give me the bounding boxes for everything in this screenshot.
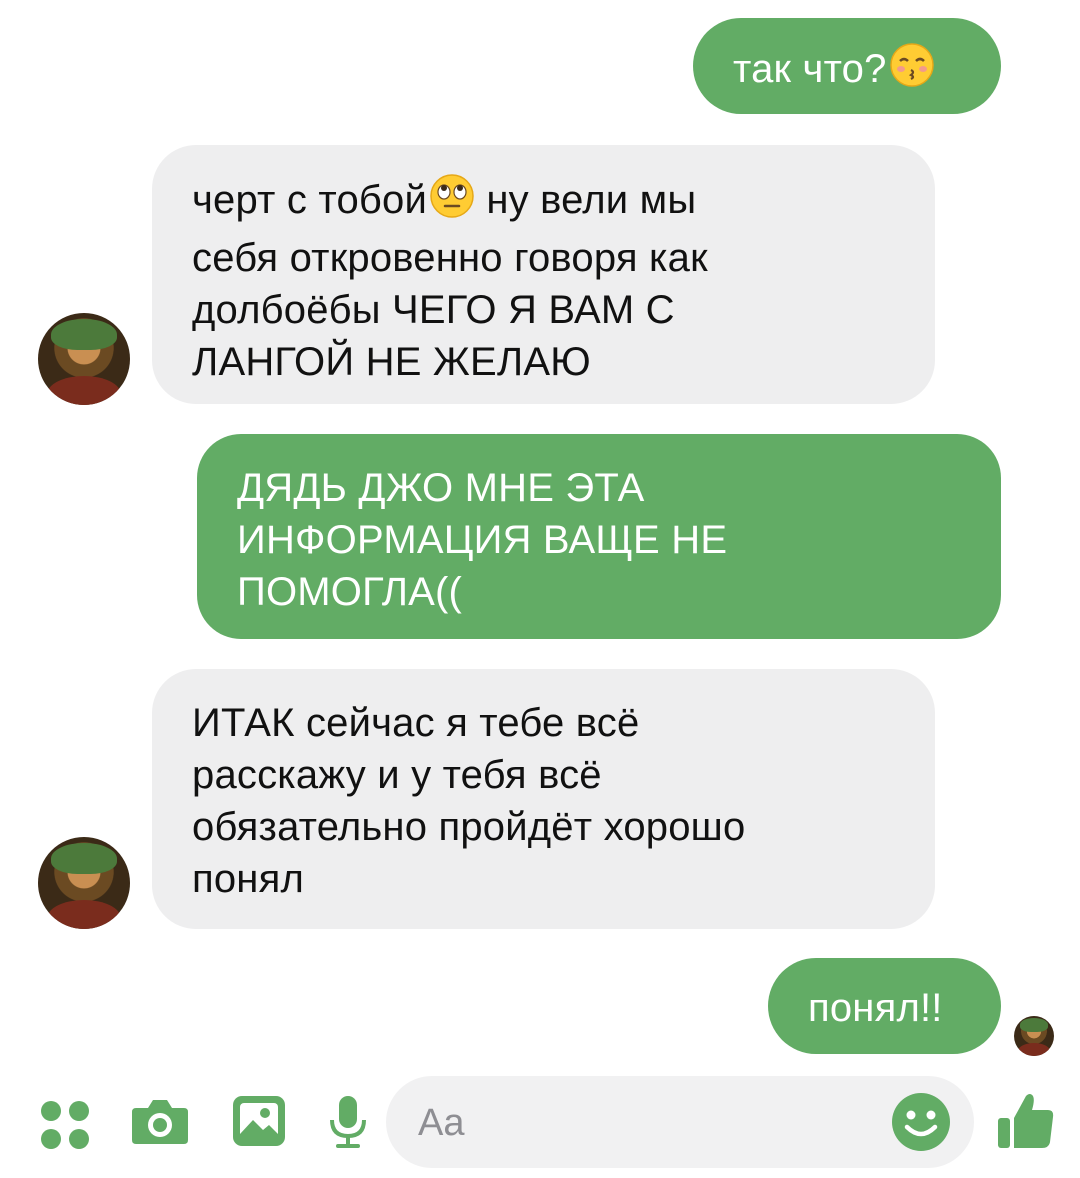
message-text: ИТАК сейчас я тебе всё расскажу и у тебя… — [192, 701, 746, 901]
message-input[interactable]: Aa — [386, 1076, 974, 1168]
message-bubble-incoming[interactable]: черт с тобой ну вели мы себя откровенно … — [152, 145, 935, 404]
message-bubble-incoming[interactable]: ИТАК сейчас я тебе всё расскажу и у тебя… — [152, 669, 935, 929]
message-input-placeholder: Aa — [418, 1102, 465, 1144]
message-text: понял!! — [808, 986, 943, 1030]
microphone-icon[interactable] — [328, 1094, 368, 1150]
message-text: ДЯДЬ ДЖО МНЕ ЭТА ИНФОРМАЦИЯ ВАЩЕ НЕ ПОМО… — [237, 466, 728, 614]
emoji-icon[interactable] — [890, 1091, 952, 1153]
contact-avatar[interactable] — [38, 837, 130, 929]
message-bubble-outgoing[interactable]: понял!! — [768, 958, 1001, 1054]
read-receipt-avatar — [1014, 1016, 1054, 1056]
message-text: черт с тобой — [192, 178, 428, 222]
message-bubble-outgoing[interactable]: так что? — [693, 18, 1001, 114]
contact-avatar[interactable] — [38, 313, 130, 405]
kissing-face-icon — [889, 42, 935, 101]
message-text: так что? — [733, 47, 887, 91]
camera-icon[interactable] — [130, 1094, 190, 1148]
menu-dots-icon[interactable] — [38, 1098, 92, 1152]
thumbs-up-icon[interactable] — [996, 1090, 1058, 1152]
message-bubble-outgoing[interactable]: ДЯДЬ ДЖО МНЕ ЭТА ИНФОРМАЦИЯ ВАЩЕ НЕ ПОМО… — [197, 434, 1001, 639]
gallery-icon[interactable] — [231, 1094, 287, 1148]
rolling-eyes-icon — [429, 173, 475, 232]
